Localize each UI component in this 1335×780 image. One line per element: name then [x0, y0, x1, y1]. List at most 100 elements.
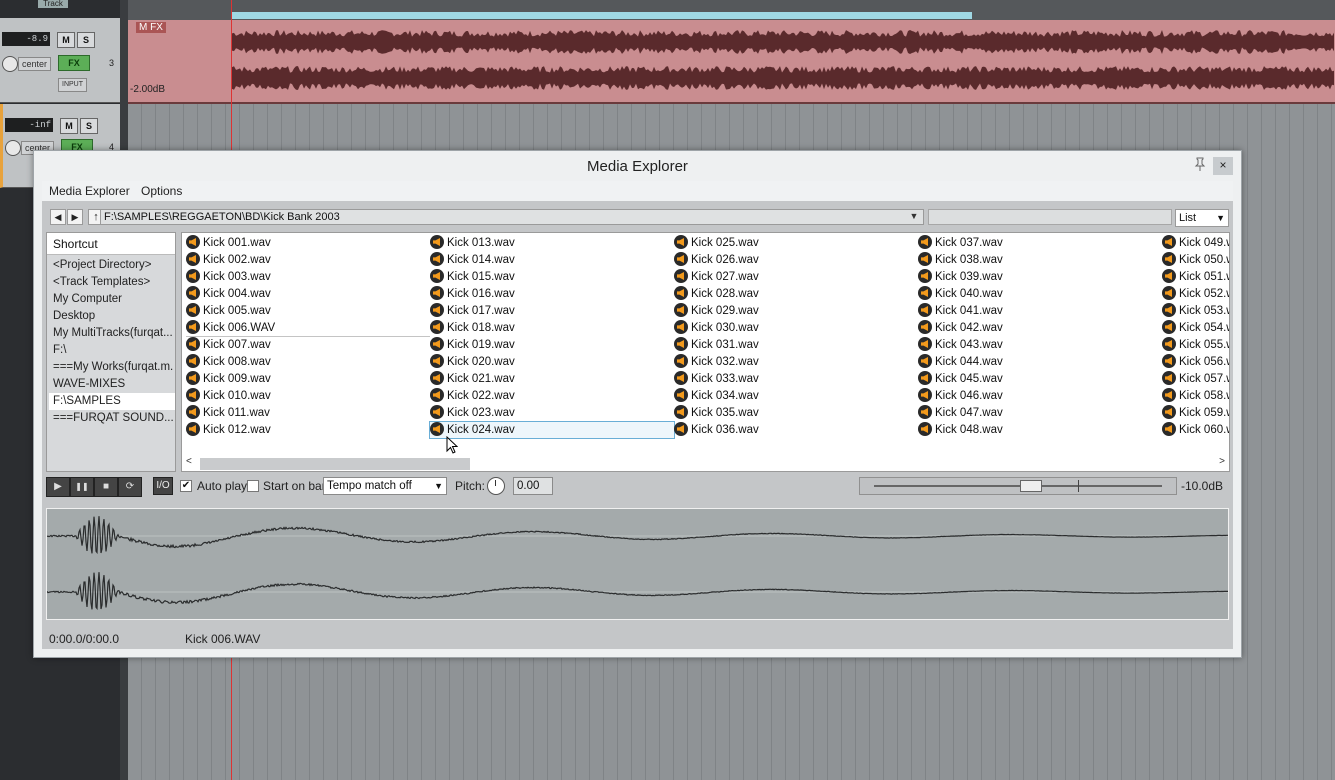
shortcut-item[interactable]: F:\SAMPLES	[49, 393, 175, 410]
view-mode-select[interactable]: List ▼	[1175, 209, 1229, 227]
track-3-mute-button[interactable]: M	[57, 32, 75, 48]
search-input[interactable]	[928, 209, 1172, 225]
back-button[interactable]: ◀	[50, 209, 66, 225]
file-item[interactable]: Kick 029.wav	[674, 303, 918, 319]
file-item[interactable]: Kick 044.wav	[918, 354, 1162, 370]
file-item[interactable]: Kick 024.wav	[429, 421, 675, 439]
file-item[interactable]: Kick 053.wav	[1162, 303, 1229, 319]
file-item[interactable]: Kick 055.wav	[1162, 337, 1229, 353]
file-item[interactable]: Kick 040.wav	[918, 286, 1162, 302]
tempo-match-select[interactable]: Tempo match off ▼	[323, 477, 447, 495]
shortcut-header[interactable]: Shortcut	[47, 233, 175, 255]
path-dropdown-chevron-icon[interactable]: ▼	[906, 210, 922, 223]
start-on-bar-checkbox[interactable]	[247, 480, 259, 492]
track-4-volume-readout[interactable]: -inf	[5, 118, 53, 132]
menu-media-explorer[interactable]: Media Explorer	[49, 184, 130, 198]
file-item[interactable]: Kick 046.wav	[918, 388, 1162, 404]
file-item[interactable]: Kick 021.wav	[430, 371, 674, 387]
file-item[interactable]: Kick 001.wav	[186, 235, 430, 251]
file-item[interactable]: Kick 031.wav	[674, 337, 918, 353]
file-item[interactable]: Kick 037.wav	[918, 235, 1162, 251]
file-item[interactable]: Kick 038.wav	[918, 252, 1162, 268]
forward-button[interactable]: ▶	[67, 209, 83, 225]
shortcut-item[interactable]: ===FURQAT SOUND...	[53, 410, 173, 427]
file-item[interactable]: Kick 020.wav	[430, 354, 674, 370]
file-item[interactable]: Kick 032.wav	[674, 354, 918, 370]
shortcut-item[interactable]: <Track Templates>	[53, 274, 173, 291]
pitch-knob[interactable]	[487, 477, 505, 495]
file-item[interactable]: Kick 013.wav	[430, 235, 674, 251]
pin-icon[interactable]	[1192, 157, 1208, 173]
file-item[interactable]: Kick 011.wav	[186, 405, 430, 421]
track-3-header[interactable]: -8.9 M S center FX 3 INPUT	[0, 18, 120, 103]
track-4-pan-knob[interactable]	[5, 140, 21, 156]
file-item[interactable]: Kick 019.wav	[430, 337, 674, 353]
file-item[interactable]: Kick 010.wav	[186, 388, 430, 404]
file-item[interactable]: Kick 033.wav	[674, 371, 918, 387]
file-item[interactable]: Kick 004.wav	[186, 286, 430, 302]
menu-options[interactable]: Options	[141, 184, 182, 198]
file-item[interactable]: Kick 015.wav	[430, 269, 674, 285]
pause-button[interactable]: ❚❚	[70, 477, 94, 497]
repeat-button[interactable]: ⟳	[118, 477, 142, 497]
track-3-input-button[interactable]: INPUT	[58, 78, 87, 92]
shortcut-item[interactable]: My Computer	[53, 291, 173, 308]
auto-play-checkbox[interactable]: ✔	[180, 480, 192, 492]
track-3-pan-knob[interactable]	[2, 56, 18, 72]
file-item[interactable]: Kick 059.wav	[1162, 405, 1229, 421]
track-3-volume-readout[interactable]: -8.9	[2, 32, 50, 46]
file-item[interactable]: Kick 034.wav	[674, 388, 918, 404]
file-item[interactable]: Kick 057.wav	[1162, 371, 1229, 387]
preview-waveform[interactable]	[46, 508, 1229, 620]
file-item[interactable]: Kick 049.wav	[1162, 235, 1229, 251]
file-item[interactable]: Kick 036.wav	[674, 422, 918, 438]
file-item[interactable]: Kick 005.wav	[186, 303, 430, 319]
file-item[interactable]: Kick 003.wav	[186, 269, 430, 285]
file-item[interactable]: Kick 043.wav	[918, 337, 1162, 353]
horizontal-scrollbar[interactable]: < >	[182, 453, 1229, 471]
time-selection[interactable]	[232, 12, 972, 19]
file-item[interactable]: Kick 006.WAV	[186, 320, 430, 337]
file-item[interactable]: Kick 016.wav	[430, 286, 674, 302]
file-item[interactable]: Kick 056.wav	[1162, 354, 1229, 370]
file-item[interactable]: Kick 039.wav	[918, 269, 1162, 285]
file-item[interactable]: Kick 054.wav	[1162, 320, 1229, 336]
slider-thumb[interactable]	[1020, 480, 1043, 492]
file-item[interactable]: Kick 023.wav	[430, 405, 674, 421]
file-item[interactable]: Kick 018.wav	[430, 320, 674, 336]
shortcut-item[interactable]: WAVE-MIXES	[53, 376, 173, 393]
track-3-fx-button[interactable]: FX	[58, 55, 90, 71]
media-item[interactable]: M FX -2.00dB	[128, 20, 1335, 104]
file-item[interactable]: Kick 052.wav	[1162, 286, 1229, 302]
file-item[interactable]: Kick 041.wav	[918, 303, 1162, 319]
file-item[interactable]: Kick 051.wav	[1162, 269, 1229, 285]
track-4-mute-button[interactable]: M	[60, 118, 78, 134]
pitch-input[interactable]: 0.00	[513, 477, 553, 495]
file-item[interactable]: Kick 008.wav	[186, 354, 430, 370]
file-item[interactable]: Kick 060.wav	[1162, 422, 1229, 438]
scroll-left-icon[interactable]: <	[186, 456, 192, 467]
shortcut-item[interactable]: F:\	[53, 342, 173, 359]
file-item[interactable]: Kick 028.wav	[674, 286, 918, 302]
file-item[interactable]: Kick 017.wav	[430, 303, 674, 319]
file-item[interactable]: Kick 042.wav	[918, 320, 1162, 336]
scrollbar-thumb[interactable]	[200, 458, 470, 470]
shortcut-item[interactable]: My MultiTracks(furqat....	[53, 325, 173, 342]
scroll-right-icon[interactable]: >	[1219, 456, 1225, 467]
file-item[interactable]: Kick 025.wav	[674, 235, 918, 251]
track-tab[interactable]: Track	[38, 0, 68, 8]
file-item[interactable]: Kick 058.wav	[1162, 388, 1229, 404]
track-3-solo-button[interactable]: S	[77, 32, 95, 48]
file-item[interactable]: Kick 048.wav	[918, 422, 1162, 438]
play-button[interactable]: ▶	[46, 477, 70, 497]
file-item[interactable]: Kick 022.wav	[430, 388, 674, 404]
file-item[interactable]: Kick 002.wav	[186, 252, 430, 268]
file-item[interactable]: Kick 045.wav	[918, 371, 1162, 387]
shortcut-item[interactable]: ===My Works(furqat.m...	[53, 359, 173, 376]
file-item[interactable]: Kick 014.wav	[430, 252, 674, 268]
track-4-solo-button[interactable]: S	[80, 118, 98, 134]
io-button[interactable]: I/O	[153, 477, 173, 495]
file-item[interactable]: Kick 047.wav	[918, 405, 1162, 421]
path-input[interactable]: F:\SAMPLES\REGGAETON\BD\Kick Bank 2003	[100, 209, 924, 225]
file-item[interactable]: Kick 009.wav	[186, 371, 430, 387]
